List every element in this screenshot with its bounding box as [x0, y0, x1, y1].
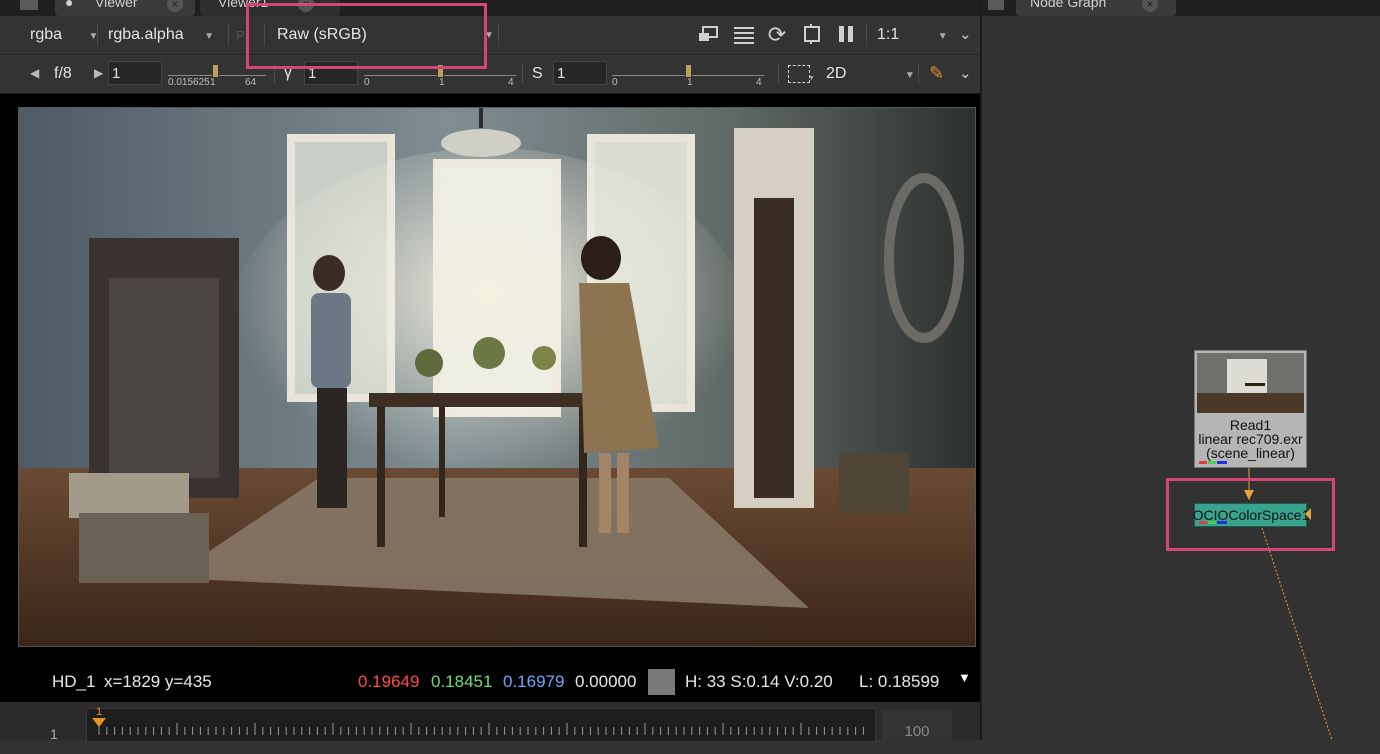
refresh-icon[interactable]: ⟳ — [764, 22, 790, 48]
separator — [97, 24, 98, 46]
channels-label: rgba — [30, 26, 63, 43]
color-picker-icon[interactable]: ✎ — [929, 63, 944, 84]
panel-menu-icon[interactable] — [20, 0, 38, 10]
format-readout: HD_1 — [52, 672, 96, 691]
separator — [778, 63, 779, 85]
saturation-tick-label: 1 — [687, 77, 693, 88]
zoom-dropdown[interactable]: 1:1 ▼ — [877, 26, 948, 44]
wipe-icon[interactable] — [696, 24, 720, 49]
saturation-slider-handle[interactable] — [685, 64, 692, 78]
close-icon[interactable]: × — [167, 0, 183, 12]
gain-input[interactable]: 1 — [108, 61, 162, 85]
saturation-label: S — [532, 65, 543, 82]
tab-viewer[interactable]: ● Viewer × — [55, 0, 195, 16]
luminance-readout: L: 0.18599 — [859, 672, 940, 691]
pause-icon[interactable] — [834, 24, 858, 49]
separator — [498, 24, 499, 46]
alpha-channel-label: rgba.alpha — [108, 26, 184, 43]
lines-icon[interactable] — [732, 24, 756, 49]
gain-tick-label: 1 — [210, 77, 216, 88]
gain-tick-label: 64 — [245, 77, 257, 88]
view-mode-label: 2D — [826, 65, 847, 82]
expand-icon[interactable]: ⌄ — [959, 25, 972, 43]
separator — [918, 63, 919, 85]
gamma-tick-label: 1 — [439, 77, 445, 88]
gain-tick-label: 0.015625 — [168, 77, 210, 88]
chevron-down-icon: ▼ — [937, 31, 948, 42]
gain-slider-handle[interactable] — [212, 64, 219, 78]
red-value: 0.19649 — [358, 672, 420, 691]
chevron-down-icon: ▼ — [808, 75, 815, 82]
separator — [866, 24, 867, 46]
node-graph-panel[interactable]: Node Graph × Read1 linear rec709.exr (sc… — [982, 0, 1380, 740]
timeline: 1 1 100 — [0, 702, 980, 742]
chevron-down-icon[interactable]: ▼ — [958, 670, 971, 685]
timeline-slider[interactable] — [86, 708, 876, 742]
region-select-icon[interactable] — [788, 65, 810, 83]
ocio-node-highlight — [1166, 478, 1335, 551]
node-connections — [1244, 468, 1333, 740]
saturation-input[interactable]: 1 — [553, 61, 607, 85]
chevron-down-icon: ▼ — [904, 70, 915, 81]
current-frame-label: 1 — [96, 706, 103, 718]
blue-value: 0.16979 — [503, 672, 565, 691]
colorspace-highlight — [246, 3, 487, 69]
viewer-image — [18, 107, 976, 647]
hsv-readout: H: 33 S:0.14 V:0.20 — [685, 672, 833, 691]
chevron-down-icon: ▼ — [204, 31, 214, 42]
viewer-toolbar-top: rgba ▼ rgba.alpha ▼ P Raw (sRGB) ▼ ⟳ 1:1… — [0, 16, 980, 55]
playhead-marker[interactable] — [92, 718, 106, 727]
saturation-tick-label: 4 — [756, 77, 762, 88]
timeline-end[interactable]: 100 — [882, 710, 952, 740]
pixel-info-bar: HD_1 x=1829 y=435 0.19649 0.18451 0.1697… — [0, 662, 980, 702]
gamma-tick-label: 0 — [364, 77, 370, 88]
coords-readout: x=1829 y=435 — [104, 672, 212, 691]
viewer-tab-bar: ● Viewer × Viewer1 × — [0, 0, 980, 16]
expand-icon[interactable]: ⌄ — [959, 64, 972, 82]
viewer-toolbar-exposure: ◀ f/8 ▶ 1 0.015625 1 64 γ 1 0 1 4 S 1 0 … — [0, 55, 980, 94]
roi-icon[interactable] — [800, 24, 824, 49]
view-mode-dropdown[interactable]: 2D ▼ — [826, 65, 915, 83]
green-value: 0.18451 — [431, 672, 493, 691]
channels-dropdown[interactable]: rgba ▼ — [30, 26, 98, 44]
timeline-ticks — [98, 723, 864, 735]
scene-image — [19, 108, 975, 646]
alpha-channel-dropdown[interactable]: rgba.alpha ▼ — [108, 26, 214, 44]
fstop-label: f/8 — [54, 65, 72, 82]
gamma-tick-label: 4 — [508, 77, 514, 88]
separator — [522, 63, 523, 85]
chevron-left-icon[interactable]: ◀ — [30, 66, 39, 80]
tab-viewer-label: Viewer — [95, 0, 138, 10]
color-swatch — [648, 669, 675, 695]
chevron-right-icon[interactable]: ▶ — [94, 66, 103, 80]
eye-icon: ● — [65, 0, 74, 10]
alpha-value: 0.00000 — [575, 672, 637, 691]
separator — [228, 24, 229, 46]
saturation-tick-label: 0 — [612, 77, 618, 88]
zoom-label: 1:1 — [877, 26, 900, 43]
